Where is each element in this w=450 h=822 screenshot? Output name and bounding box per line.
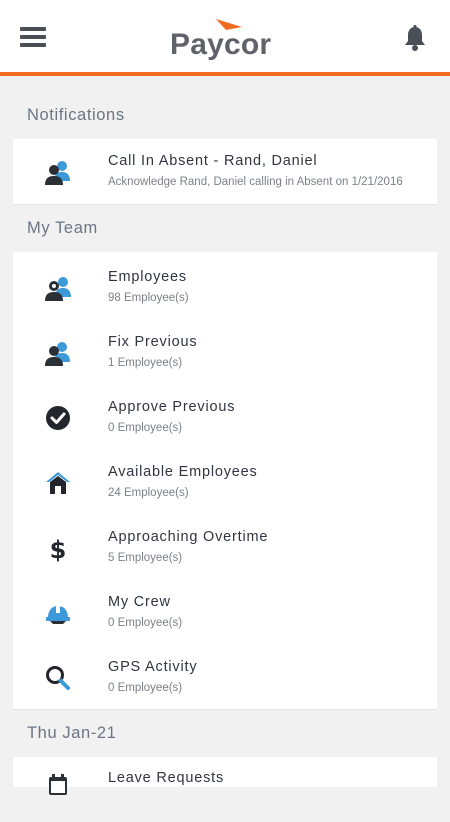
item-subtitle: 0 Employee(s) — [108, 617, 183, 629]
item-title: Approve Previous — [108, 399, 236, 415]
checkmark-circle-icon — [43, 403, 73, 433]
paycor-logo: Paycor — [170, 18, 290, 61]
item-title: Approaching Overtime — [108, 529, 269, 545]
app-header: Paycor — [0, 0, 450, 76]
section-title-my-team: My Team — [27, 219, 98, 237]
employees-icon — [43, 273, 73, 303]
section-title-notifications: Notifications — [27, 106, 125, 124]
logo-text: Paycor — [170, 28, 272, 61]
svg-text:$: $ — [50, 536, 67, 563]
list-item-fix-previous[interactable]: Fix Previous 1 Employee(s) — [13, 320, 437, 385]
search-icon — [43, 663, 73, 693]
dollar-icon: $ — [43, 533, 73, 564]
item-title: Call In Absent - Rand, Daniel — [108, 153, 318, 169]
calendar-icon — [43, 771, 73, 801]
bell-icon[interactable] — [402, 25, 428, 53]
item-subtitle: 1 Employee(s) — [108, 357, 183, 369]
item-title: Available Employees — [108, 464, 258, 480]
list-item-approaching-overtime[interactable]: $ Approaching Overtime 5 Employee(s) — [13, 515, 437, 580]
item-subtitle: 0 Employee(s) — [108, 422, 183, 434]
logo-swoosh-icon — [216, 19, 242, 30]
people-icon — [43, 157, 73, 187]
item-subtitle: 0 Employee(s) — [108, 682, 183, 694]
notifications-card: Call In Absent - Rand, Daniel Acknowledg… — [13, 139, 437, 205]
list-item-employees[interactable]: Employees 98 Employee(s) — [13, 255, 437, 320]
item-title: Employees — [108, 269, 187, 285]
list-item-available-employees[interactable]: Available Employees 24 Employee(s) — [13, 450, 437, 515]
people-icon — [43, 338, 73, 368]
my-team-card: Employees 98 Employee(s) Fix Previous 1 … — [13, 252, 437, 710]
home-icon — [43, 468, 73, 498]
item-title: Leave Requests — [108, 770, 224, 786]
hamburger-menu-icon[interactable] — [18, 25, 48, 51]
item-title: Fix Previous — [108, 334, 198, 350]
list-item-approve-previous[interactable]: Approve Previous 0 Employee(s) — [13, 385, 437, 450]
item-subtitle: 5 Employee(s) — [108, 552, 183, 564]
list-item-gps-activity[interactable]: GPS Activity 0 Employee(s) — [13, 645, 437, 710]
item-subtitle: 98 Employee(s) — [108, 292, 189, 304]
item-subtitle: 24 Employee(s) — [108, 487, 189, 499]
section-title-date: Thu Jan-21 — [27, 724, 117, 742]
item-title: GPS Activity — [108, 659, 198, 675]
list-item-leave-requests[interactable]: Leave Requests — [13, 757, 437, 822]
date-section-card: Leave Requests — [13, 757, 437, 795]
item-subtitle: Acknowledge Rand, Daniel calling in Abse… — [108, 176, 403, 188]
list-item-call-in-absent[interactable]: Call In Absent - Rand, Daniel Acknowledg… — [13, 139, 437, 204]
list-item-my-crew[interactable]: My Crew 0 Employee(s) — [13, 580, 437, 645]
item-title: My Crew — [108, 594, 171, 610]
hard-hat-icon — [43, 598, 73, 628]
